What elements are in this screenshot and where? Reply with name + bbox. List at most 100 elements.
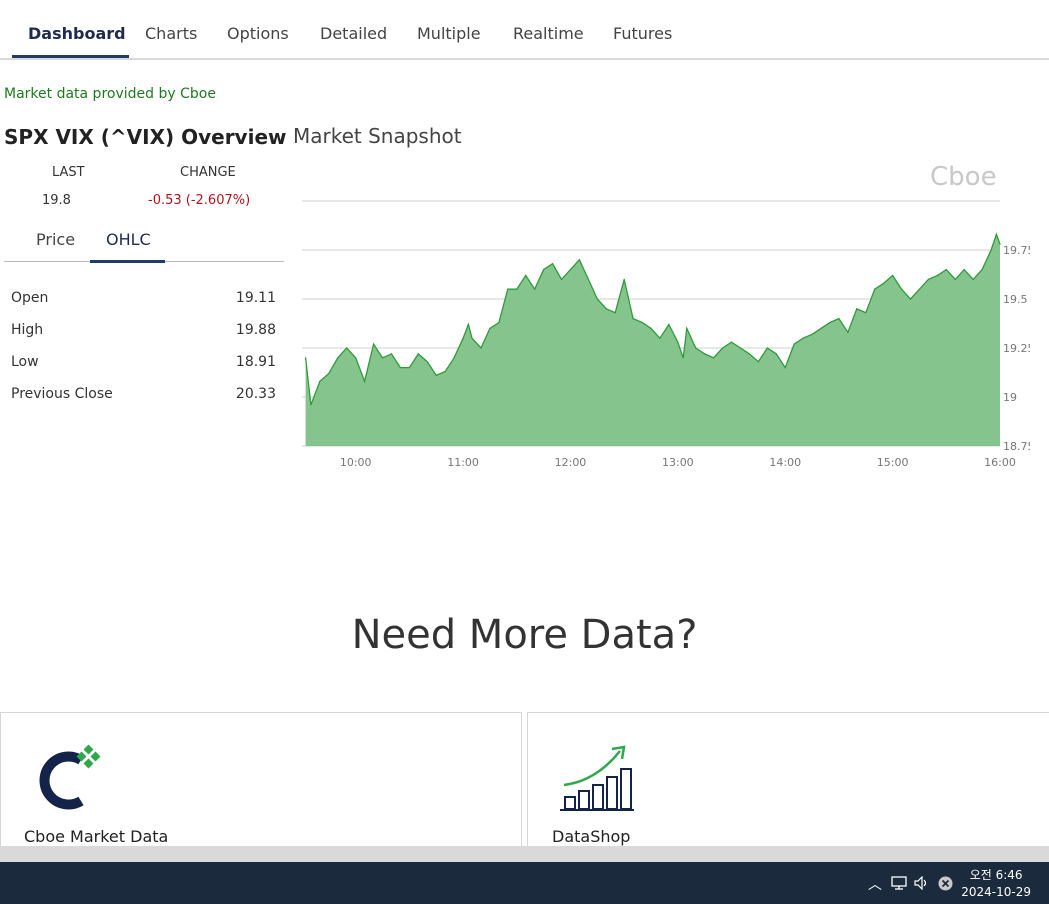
price-point bbox=[453, 357, 455, 359]
price-point bbox=[847, 331, 849, 333]
price-point bbox=[892, 274, 894, 277]
last-value: 19.8 bbox=[42, 193, 71, 208]
price-point bbox=[972, 278, 974, 280]
price-point bbox=[498, 321, 500, 324]
price-point bbox=[918, 288, 921, 290]
price-point bbox=[578, 259, 580, 261]
tab-realtime[interactable]: Realtime bbox=[513, 24, 584, 43]
price-point bbox=[874, 288, 876, 290]
price-point bbox=[793, 343, 795, 345]
overview-title: SPX VIX (^VIX) Overview bbox=[4, 125, 287, 149]
price-point bbox=[310, 404, 312, 406]
price-point bbox=[435, 374, 437, 376]
ohlc-label: Previous Close bbox=[11, 386, 113, 402]
network-icon[interactable] bbox=[891, 876, 907, 890]
growth-chart-icon bbox=[560, 745, 634, 811]
price-point bbox=[999, 243, 1001, 245]
market-snapshot-title: Market Snapshot bbox=[293, 124, 462, 148]
subtab-price[interactable]: Price bbox=[36, 230, 75, 249]
price-point bbox=[390, 353, 393, 355]
price-point bbox=[954, 278, 956, 280]
ohlc-row-low: Low 18.91 bbox=[11, 354, 276, 370]
price-point bbox=[650, 327, 652, 329]
price-point bbox=[713, 357, 715, 359]
ohlc-value: 20.33 bbox=[235, 386, 276, 402]
price-point bbox=[995, 233, 998, 235]
tab-detailed[interactable]: Detailed bbox=[320, 24, 387, 43]
price-point bbox=[417, 353, 419, 355]
x-tick-label: 12:00 bbox=[555, 456, 587, 469]
tab-dashboard[interactable]: Dashboard bbox=[28, 24, 126, 43]
price-point bbox=[471, 337, 473, 339]
price-point bbox=[856, 308, 858, 310]
price-point bbox=[489, 327, 491, 329]
active-subtab-indicator bbox=[90, 260, 165, 263]
price-point bbox=[328, 372, 330, 375]
data-provider-note: Market data provided by Cboe bbox=[4, 86, 216, 102]
error-status-icon[interactable] bbox=[938, 876, 953, 891]
ohlc-label: High bbox=[11, 322, 44, 338]
price-point bbox=[560, 278, 563, 280]
price-point bbox=[909, 298, 912, 300]
price-point bbox=[730, 341, 733, 343]
tab-options[interactable]: Options bbox=[227, 24, 289, 43]
speaker-icon[interactable] bbox=[914, 876, 930, 890]
tab-multiple[interactable]: Multiple bbox=[417, 24, 481, 43]
card-cboe-market-data[interactable]: Cboe Market Data bbox=[0, 712, 522, 854]
chevron-up-icon[interactable]: ︿ bbox=[868, 874, 882, 894]
price-point bbox=[784, 367, 786, 369]
price-point bbox=[552, 263, 554, 265]
ohlc-row-previous-close: Previous Close 20.33 bbox=[11, 386, 276, 402]
price-point bbox=[319, 380, 321, 382]
price-area bbox=[305, 234, 1001, 446]
card-label: DataShop bbox=[552, 827, 631, 846]
card-datashop[interactable]: DataShop bbox=[527, 712, 1049, 854]
price-point bbox=[963, 269, 965, 271]
ohlc-value: 19.88 bbox=[235, 322, 276, 338]
price-point bbox=[305, 357, 307, 359]
price-point bbox=[623, 278, 625, 280]
price-point bbox=[596, 298, 598, 300]
price-point bbox=[605, 308, 607, 310]
price-point bbox=[632, 318, 634, 320]
subtab-ohlc[interactable]: OHLC bbox=[106, 230, 151, 249]
main-tabs: Dashboard Charts Options Detailed Multip… bbox=[0, 0, 1049, 60]
price-point bbox=[364, 380, 366, 382]
tab-futures[interactable]: Futures bbox=[613, 24, 672, 43]
ohlc-row-open: Open 19.11 bbox=[11, 290, 276, 306]
price-point bbox=[444, 370, 446, 373]
price-point bbox=[695, 347, 697, 349]
price-point bbox=[426, 361, 428, 363]
clock-date: 2024-10-29 bbox=[961, 885, 1031, 899]
price-point bbox=[829, 321, 831, 324]
ohlc-value: 18.91 bbox=[235, 354, 276, 370]
y-tick-label: 18.75 bbox=[1003, 440, 1030, 453]
y-tick-label: 19 bbox=[1003, 391, 1017, 404]
price-point bbox=[865, 312, 867, 314]
horizontal-scrollbar[interactable] bbox=[0, 846, 1049, 862]
system-clock[interactable]: 오전 6:46 2024-10-29 bbox=[961, 867, 1031, 901]
cboe-logo-icon bbox=[39, 744, 101, 810]
price-point bbox=[373, 343, 375, 345]
price-point bbox=[945, 269, 947, 271]
price-point bbox=[480, 347, 482, 349]
x-tick-label: 15:00 bbox=[877, 456, 909, 469]
price-point bbox=[757, 361, 759, 363]
ohlc-label: Open bbox=[11, 290, 49, 306]
price-point bbox=[682, 357, 684, 359]
price-point bbox=[811, 333, 813, 335]
ohlc-label: Low bbox=[11, 354, 39, 370]
tab-charts[interactable]: Charts bbox=[145, 24, 197, 43]
cboe-watermark: Cboe bbox=[930, 162, 997, 192]
change-label: CHANGE bbox=[180, 165, 236, 180]
price-point bbox=[883, 282, 885, 284]
x-tick-label: 10:00 bbox=[340, 456, 372, 469]
price-point bbox=[981, 269, 983, 271]
y-tick-label: 19.25 bbox=[1003, 342, 1030, 355]
price-point bbox=[748, 353, 750, 355]
active-tab-indicator bbox=[12, 55, 129, 58]
price-point bbox=[677, 341, 679, 343]
price-point bbox=[614, 312, 616, 314]
last-label: LAST bbox=[52, 165, 85, 180]
price-point bbox=[820, 327, 822, 329]
